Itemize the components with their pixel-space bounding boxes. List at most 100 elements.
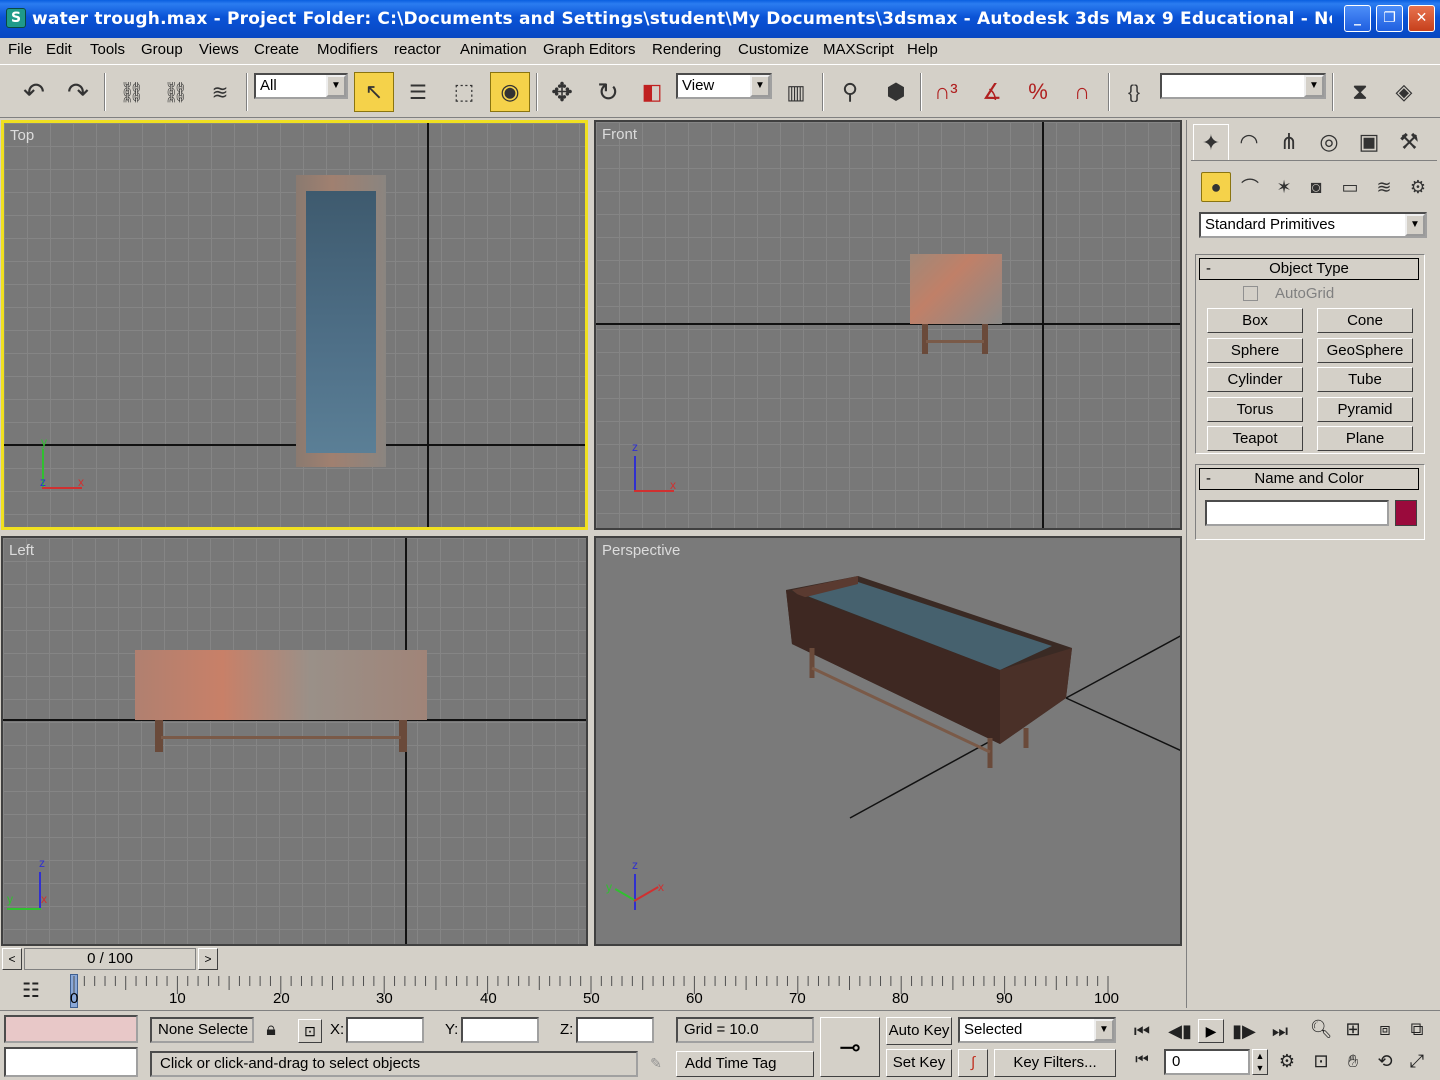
pivot-center-icon[interactable]: ▥ [776, 72, 816, 112]
viewport-left[interactable]: Left z y x [1, 536, 588, 946]
hierarchy-tab-icon[interactable]: ⋔ [1271, 124, 1307, 160]
menu-file[interactable]: File [8, 41, 32, 58]
go-to-start-icon[interactable]: ⏮ [1128, 1021, 1156, 1042]
maxscript-listener[interactable] [4, 1015, 138, 1043]
menu-graph-editors[interactable]: Graph Editors [543, 41, 636, 58]
menu-create[interactable]: Create [254, 41, 299, 58]
autogrid-checkbox[interactable] [1243, 286, 1258, 301]
tube-button[interactable]: Tube [1317, 367, 1413, 392]
key-mode-toggle-icon[interactable]: ⏮ [1128, 1051, 1156, 1068]
select-and-rotate-icon[interactable]: ↻ [588, 72, 628, 112]
go-to-end-icon[interactable]: ⏭ [1266, 1021, 1294, 1042]
key-mode-dropdown[interactable]: Selected ▼ [958, 1017, 1116, 1043]
cone-button[interactable]: Cone [1317, 308, 1413, 333]
time-slider-prev[interactable]: < [2, 948, 22, 970]
viewport-label[interactable]: Front [602, 126, 637, 143]
set-key-button[interactable]: Set Key [886, 1049, 952, 1077]
play-icon[interactable]: ▶ [1198, 1019, 1224, 1043]
modify-tab-icon[interactable]: ◠ [1231, 124, 1267, 160]
app-icon[interactable]: S [6, 8, 26, 28]
plane-button[interactable]: Plane [1317, 426, 1413, 451]
key-tangent-icon[interactable]: ∫ [958, 1049, 988, 1077]
select-and-move-icon[interactable]: ✥ [542, 72, 582, 112]
geosphere-button[interactable]: GeoSphere [1317, 338, 1413, 363]
torus-button[interactable]: Torus [1207, 397, 1303, 422]
mirror-icon[interactable]: ⧗ [1340, 72, 1380, 112]
zoom-extents-all-icon[interactable]: ⧉ [1404, 1019, 1430, 1040]
time-configuration-icon[interactable]: ⚙ [1274, 1051, 1300, 1072]
trough-front-view[interactable] [910, 254, 1002, 324]
reference-coordinate-dropdown[interactable]: View ▼ [676, 73, 772, 99]
menu-animation[interactable]: Animation [460, 41, 527, 58]
pan-view-icon[interactable]: ✋︎ [1340, 1051, 1366, 1072]
menu-group[interactable]: Group [141, 41, 183, 58]
viewport-perspective[interactable]: Perspective z y x [594, 536, 1182, 946]
track-bar[interactable]: ☷ 0 10 20 30 40 50 60 70 80 90 100 [0, 972, 1186, 1010]
object-color-swatch[interactable] [1395, 500, 1417, 526]
motion-tab-icon[interactable]: ◎ [1311, 124, 1347, 160]
named-selection-dropdown[interactable]: ▼ [1160, 73, 1326, 99]
utilities-tab-icon[interactable]: ⚒ [1391, 124, 1427, 160]
cameras-icon[interactable]: ◙ [1301, 172, 1331, 202]
cylinder-button[interactable]: Cylinder [1207, 367, 1303, 392]
arc-rotate-icon[interactable]: ⟲ [1372, 1051, 1398, 1072]
shapes-icon[interactable]: ⌒ [1235, 172, 1265, 202]
absolute-mode-icon[interactable]: ⊡ [298, 1019, 322, 1043]
trough-left-view[interactable] [135, 650, 427, 720]
menu-edit[interactable]: Edit [46, 41, 72, 58]
maximize-viewport-icon[interactable]: ⤢ [1404, 1051, 1430, 1072]
chevron-down-icon[interactable]: ▼ [326, 75, 346, 97]
object-type-header[interactable]: - Object Type [1199, 258, 1419, 280]
select-and-manipulate-icon[interactable]: ⚲ [830, 72, 870, 112]
menu-help[interactable]: Help [907, 41, 938, 58]
viewport-label[interactable]: Left [9, 542, 34, 559]
select-and-scale-icon[interactable]: ◧ [632, 72, 672, 112]
time-slider-next[interactable]: > [198, 948, 218, 970]
rectangular-selection-icon[interactable]: ⬚ [444, 72, 484, 112]
edit-named-selection-icon[interactable]: {} [1114, 72, 1154, 112]
menu-tools[interactable]: Tools [90, 41, 125, 58]
maxscript-input[interactable] [4, 1047, 138, 1077]
align-icon[interactable]: ◈ [1384, 72, 1424, 112]
current-frame-input[interactable]: 0 [1164, 1049, 1250, 1075]
menu-views[interactable]: Views [199, 41, 239, 58]
spinner-snap-icon[interactable]: ∩ [1062, 72, 1102, 112]
select-by-name-icon[interactable]: ☰ [398, 72, 438, 112]
trough-water[interactable] [306, 191, 376, 453]
set-key-icon[interactable]: ⊸ [820, 1017, 880, 1077]
menu-customize[interactable]: Customize [738, 41, 809, 58]
pyramid-button[interactable]: Pyramid [1317, 397, 1413, 422]
object-name-input[interactable] [1205, 500, 1389, 526]
frame-spinner[interactable]: ▲ ▼ [1252, 1049, 1268, 1075]
viewport-label[interactable]: Top [10, 127, 34, 144]
zoom-icon[interactable]: 🔍︎ [1308, 1019, 1334, 1040]
keyboard-shortcut-override-icon[interactable]: ⬢ [876, 72, 916, 112]
chevron-down-icon[interactable]: ▼ [1094, 1019, 1114, 1041]
viewport-front[interactable]: Front z x [594, 120, 1182, 530]
name-color-header[interactable]: - Name and Color [1199, 468, 1419, 490]
lights-icon[interactable]: ✶ [1269, 172, 1299, 202]
region-zoom-icon[interactable]: ⊡ [1308, 1051, 1334, 1072]
select-object-icon[interactable]: ↖ [354, 72, 394, 112]
chevron-down-icon[interactable]: ▼ [750, 75, 770, 97]
menu-rendering[interactable]: Rendering [652, 41, 721, 58]
select-and-link-icon[interactable]: ⛓ [112, 72, 152, 112]
angle-snap-icon[interactable]: ∡ [972, 72, 1012, 112]
menu-maxscript[interactable]: MAXScript [823, 41, 894, 58]
display-tab-icon[interactable]: ▣ [1351, 124, 1387, 160]
trough-top-view[interactable] [296, 175, 386, 467]
unlink-selection-icon[interactable]: ⛓ [156, 72, 196, 112]
time-slider-thumb[interactable]: 0 / 100 [24, 948, 196, 970]
redo-icon[interactable]: ↷ [58, 72, 98, 112]
lock-icon[interactable]: 🔒︎ [262, 1019, 280, 1040]
z-coordinate-input[interactable] [576, 1017, 654, 1043]
teapot-button[interactable]: Teapot [1207, 426, 1303, 451]
next-frame-icon[interactable]: ▮▶ [1230, 1021, 1258, 1042]
window-crossing-icon[interactable]: ◉ [490, 72, 530, 112]
snap-toggle-icon[interactable]: ∩³ [926, 72, 966, 112]
close-button[interactable]: ✕ [1408, 5, 1435, 32]
space-warps-icon[interactable]: ≋ [1369, 172, 1399, 202]
x-coordinate-input[interactable] [346, 1017, 424, 1043]
previous-frame-icon[interactable]: ◀▮ [1166, 1021, 1194, 1042]
zoom-extents-icon[interactable]: ⧈ [1372, 1019, 1398, 1040]
